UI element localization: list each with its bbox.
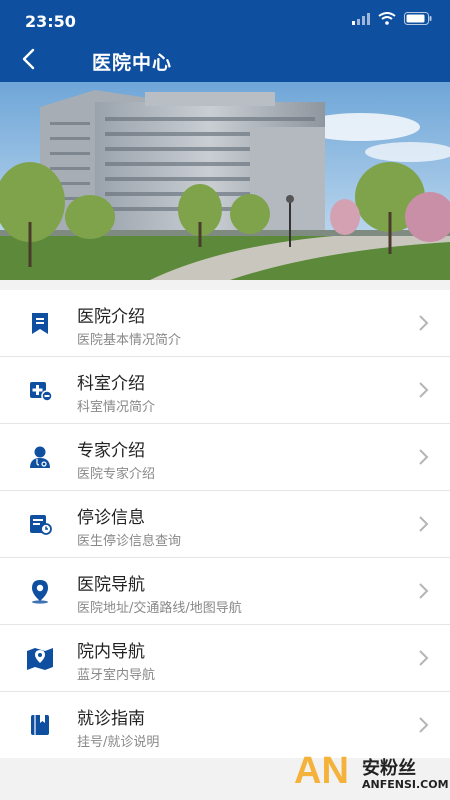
menu-item-visit-guide[interactable]: 就诊指南 挂号/就诊说明 [0,692,450,758]
wifi-icon [378,12,396,25]
menu-item-subtitle: 医院基本情况简介 [77,333,182,348]
menu-item-hospital-navigation[interactable]: 医院导航 医院地址/交通路线/地图导航 [0,558,450,625]
back-arrow-icon[interactable] [14,44,44,74]
chevron-right-icon [419,382,429,398]
menu-item-suspension-info[interactable]: 停诊信息 医生停诊信息查询 [0,491,450,558]
location-pin-icon [32,580,48,604]
menu-item-subtitle: 医院地址/交通路线/地图导航 [77,601,242,616]
chevron-right-icon [419,583,429,599]
watermark-en: ANFENSI.COM [362,778,449,791]
doctor-icon [30,446,50,468]
guide-book-icon [31,715,49,735]
menu-item-subtitle: 医生停诊信息查询 [77,534,182,549]
chevron-right-icon [419,717,429,733]
menu-item-subtitle: 蓝牙室内导航 [77,668,156,683]
menu-item-subtitle: 医院专家介绍 [77,467,156,482]
menu-item-department-intro[interactable]: 科室介绍 科室情况简介 [0,357,450,424]
status-bar: 23:50 [0,0,450,40]
notice-icon [30,515,52,535]
menu-item-title: 专家介绍 [77,441,145,461]
watermark-logo: AN 安粉丝 ANFENSI.COM [294,750,449,796]
battery-icon [404,12,432,25]
watermark-an: AN [294,750,349,792]
signal-icon [352,12,370,25]
status-icons [352,12,432,25]
menu-item-hospital-intro[interactable]: 医院介绍 医院基本情况简介 [0,290,450,357]
page-title: 医院中心 [92,52,173,74]
menu-item-title: 科室介绍 [77,374,145,394]
department-icon [30,382,53,402]
chevron-right-icon [419,315,429,331]
status-time: 23:50 [25,12,76,31]
map-icon [27,648,53,670]
hospital-menu-list: 医院介绍 医院基本情况简介 科室介绍 科室情况简介 专家介绍 医院专家介绍 停诊… [0,290,450,758]
nav-bar: 医院中心 [0,40,450,82]
chevron-right-icon [419,516,429,532]
menu-item-title: 停诊信息 [77,508,145,528]
menu-item-indoor-navigation[interactable]: 院内导航 蓝牙室内导航 [0,625,450,692]
menu-item-subtitle: 科室情况简介 [77,400,156,415]
menu-item-subtitle: 挂号/就诊说明 [77,735,160,750]
chevron-right-icon [419,449,429,465]
watermark-cn: 安粉丝 [362,758,416,779]
chevron-right-icon [419,650,429,666]
menu-item-title: 医院介绍 [77,307,145,327]
menu-item-expert-intro[interactable]: 专家介绍 医院专家介绍 [0,424,450,491]
bookmark-icon [32,313,48,334]
hospital-banner-image [0,82,450,280]
menu-item-title: 就诊指南 [77,709,145,729]
menu-item-title: 院内导航 [77,642,145,662]
menu-item-title: 医院导航 [77,575,145,595]
